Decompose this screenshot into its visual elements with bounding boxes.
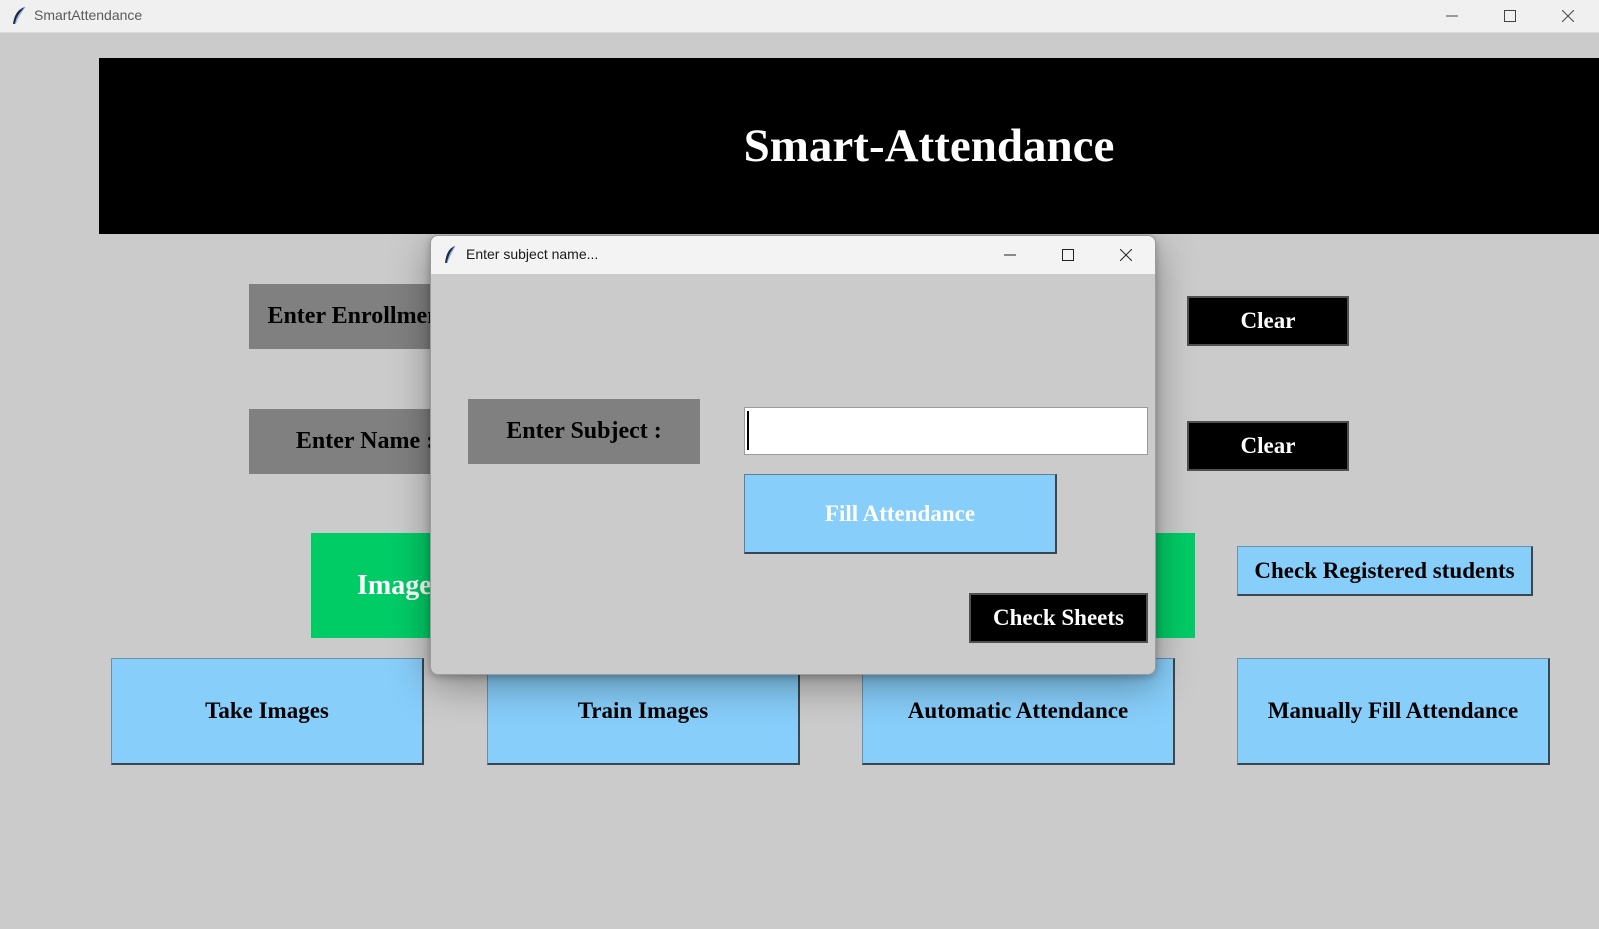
subject-dialog: Enter subject name... Enter Subject : Fi… xyxy=(430,235,1156,675)
maximize-icon xyxy=(1062,249,1074,261)
close-icon xyxy=(1562,10,1574,22)
header-banner: Smart-Attendance xyxy=(99,58,1599,234)
check-sheets-button[interactable]: Check Sheets xyxy=(969,593,1148,643)
close-button[interactable] xyxy=(1539,0,1597,32)
subject-label: Enter Subject : xyxy=(468,399,700,464)
dialog-title: Enter subject name... xyxy=(466,246,599,262)
dialog-titlebar: Enter subject name... xyxy=(431,236,1155,274)
check-registered-button[interactable]: Check Registered students xyxy=(1237,546,1533,596)
text-caret xyxy=(747,411,749,450)
app-heading: Smart-Attendance xyxy=(743,120,1115,172)
feather-icon xyxy=(13,6,26,25)
window-title: SmartAttendance xyxy=(34,7,143,23)
take-images-button[interactable]: Take Images xyxy=(111,658,424,765)
maximize-button[interactable] xyxy=(1481,0,1539,32)
close-icon xyxy=(1120,249,1132,261)
feather-icon xyxy=(445,245,456,264)
minimize-icon xyxy=(1004,254,1016,256)
clear-enrollment-button[interactable]: Clear xyxy=(1187,296,1349,346)
dialog-maximize-button[interactable] xyxy=(1039,236,1097,274)
fill-attendance-button[interactable]: Fill Attendance xyxy=(744,474,1057,554)
clear-name-button[interactable]: Clear xyxy=(1187,421,1349,471)
minimize-icon xyxy=(1446,15,1458,17)
dialog-close-button[interactable] xyxy=(1097,236,1155,274)
maximize-icon xyxy=(1504,10,1516,22)
minimize-button[interactable] xyxy=(1423,0,1481,32)
manual-attendance-button[interactable]: Manually Fill Attendance xyxy=(1237,658,1550,765)
subject-input[interactable] xyxy=(744,407,1148,455)
dialog-minimize-button[interactable] xyxy=(981,236,1039,274)
window-titlebar: SmartAttendance xyxy=(0,0,1599,33)
